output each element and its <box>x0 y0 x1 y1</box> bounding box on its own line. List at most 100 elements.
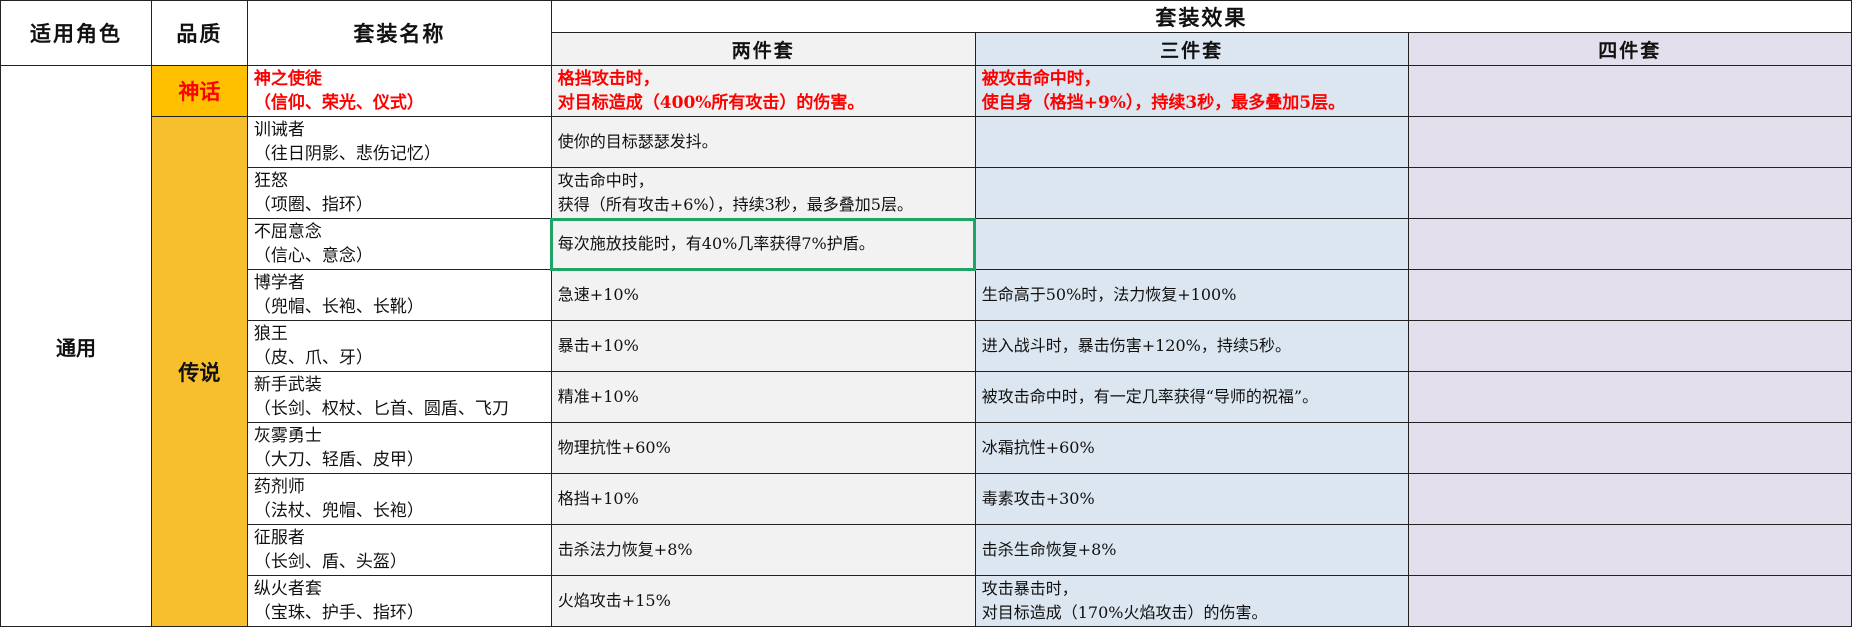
set-name-cell[interactable]: 不屈意念 （信心、意念） <box>246 218 552 270</box>
header-four-piece: 四件套 <box>1407 32 1852 66</box>
two-piece-cell[interactable]: 物理抗性+60% <box>550 422 976 474</box>
two-piece-cell[interactable]: 火焰攻击+15% <box>550 575 976 627</box>
table-row: 狂怒 （项圈、指环） 攻击命中时， 获得（所有攻击+6%），持续3秒，最多叠加5… <box>1 167 1852 219</box>
three-piece-cell[interactable]: 进入战斗时，暴击伤害+120%，持续5秒。 <box>974 320 1409 372</box>
set-name: 狂怒 <box>253 171 288 191</box>
set-name: 药剂师 <box>253 477 305 497</box>
effect-line: 击杀法力恢复+8% <box>557 540 693 559</box>
set-name: 博学者 <box>253 273 305 293</box>
effect-line: 急速+10% <box>557 285 639 304</box>
set-name-cell[interactable]: 神之使徒 （信仰、荣光、仪式） <box>246 65 552 117</box>
three-piece-cell[interactable]: 冰霜抗性+60% <box>974 422 1409 474</box>
effect-line: 毒素攻击+30% <box>981 489 1095 508</box>
set-name: 狼王 <box>253 324 288 344</box>
set-parts: （大刀、轻盾、皮甲） <box>253 450 424 470</box>
effect-line: 精准+10% <box>557 387 639 406</box>
two-piece-cell[interactable]: 格挡+10% <box>550 473 976 525</box>
effect-line: 格挡攻击时， <box>557 69 660 89</box>
table-row: 纵火者套 （宝珠、护手、指环） 火焰攻击+15% 攻击暴击时， 对目标造成（17… <box>1 575 1852 627</box>
set-parts: （项圈、指环） <box>253 195 373 215</box>
effect-line: 进入战斗时，暴击伤害+120%，持续5秒。 <box>981 336 1292 355</box>
set-parts: （兜帽、长袍、长靴） <box>253 297 424 317</box>
set-name-cell[interactable]: 狂怒 （项圈、指环） <box>246 167 552 219</box>
quality-myth-cell[interactable]: 神话 <box>150 65 248 117</box>
effect-line: 被攻击命中时， <box>981 69 1101 89</box>
four-piece-cell[interactable] <box>1407 269 1852 321</box>
set-parts: （信心、意念） <box>253 246 373 266</box>
effect-line: 火焰攻击+15% <box>557 591 671 610</box>
set-parts: （信仰、荣光、仪式） <box>253 93 424 113</box>
table-row: 灰雾勇士 （大刀、轻盾、皮甲） 物理抗性+60% 冰霜抗性+60% <box>1 422 1852 474</box>
effect-line: 击杀生命恢复+8% <box>981 540 1117 559</box>
set-table: 适用角色 品质 套装名称 套装效果 两件套 三件套 四件套 通用 神话 神之使徒… <box>0 0 1852 627</box>
effect-line: 被攻击命中时，有一定几率获得“导师的祝福”。 <box>981 387 1319 406</box>
set-name: 神之使徒 <box>253 69 322 89</box>
set-parts: （宝珠、护手、指环） <box>253 603 424 623</box>
effect-line: 冰霜抗性+60% <box>981 438 1095 457</box>
effect-line: 生命高于50%时，法力恢复+100% <box>981 285 1237 304</box>
set-name-cell[interactable]: 狼王 （皮、爪、牙） <box>246 320 552 372</box>
four-piece-cell[interactable] <box>1407 524 1852 576</box>
set-name-cell[interactable]: 药剂师 （法杖、兜帽、长袍） <box>246 473 552 525</box>
set-name-cell[interactable]: 灰雾勇士 （大刀、轻盾、皮甲） <box>246 422 552 474</box>
table-row: 传说 训诫者 （往日阴影、悲伤记忆） 使你的目标瑟瑟发抖。 <box>1 116 1852 627</box>
set-name-cell[interactable]: 纵火者套 （宝珠、护手、指环） <box>246 575 552 627</box>
four-piece-cell[interactable] <box>1407 116 1852 168</box>
three-piece-cell[interactable]: 被攻击命中时， 使自身（格挡+9%），持续3秒，最多叠加5层。 <box>974 65 1409 117</box>
four-piece-cell[interactable] <box>1407 422 1852 474</box>
set-parts: （长剑、权杖、匕首、圆盾、飞刀 <box>253 399 509 419</box>
effect-line: 使你的目标瑟瑟发抖。 <box>557 132 718 151</box>
two-piece-cell[interactable]: 击杀法力恢复+8% <box>550 524 976 576</box>
set-parts: （往日阴影、悲伤记忆） <box>253 144 441 164</box>
effect-line: 使自身（格挡+9%），持续3秒，最多叠加5层。 <box>981 93 1346 113</box>
table-row: 征服者 （长剑、盾、头盔） 击杀法力恢复+8% 击杀生命恢复+8% <box>1 524 1852 576</box>
effect-line: 对目标造成（400%所有攻击）的伤害。 <box>557 93 865 113</box>
three-piece-cell[interactable]: 攻击暴击时， 对目标造成（170%火焰攻击）的伤害。 <box>974 575 1409 627</box>
three-piece-cell[interactable] <box>974 167 1409 219</box>
four-piece-cell[interactable] <box>1407 218 1852 270</box>
three-piece-cell[interactable] <box>974 218 1409 270</box>
set-name-cell[interactable]: 新手武装 （长剑、权杖、匕首、圆盾、飞刀 <box>246 371 552 423</box>
four-piece-cell[interactable] <box>1407 65 1852 117</box>
three-piece-cell[interactable]: 生命高于50%时，法力恢复+100% <box>974 269 1409 321</box>
four-piece-cell[interactable] <box>1407 575 1852 627</box>
three-piece-cell[interactable] <box>974 116 1409 168</box>
header-role: 适用角色 <box>0 0 152 66</box>
set-name-cell[interactable]: 训诫者 （往日阴影、悲伤记忆） <box>246 116 552 168</box>
effect-line: 每次施放技能时，有40%几率获得7%护盾。 <box>557 234 875 253</box>
effect-line: 暴击+10% <box>557 336 639 355</box>
two-piece-cell[interactable]: 暴击+10% <box>550 320 976 372</box>
three-piece-cell[interactable]: 被攻击命中时，有一定几率获得“导师的祝福”。 <box>974 371 1409 423</box>
quality-legend-cell[interactable]: 传说 <box>150 116 248 627</box>
three-piece-cell[interactable]: 毒素攻击+30% <box>974 473 1409 525</box>
header-quality: 品质 <box>150 0 248 66</box>
role-cell[interactable]: 通用 <box>0 65 152 627</box>
table-row: 博学者 （兜帽、长袍、长靴） 急速+10% 生命高于50%时，法力恢复+100% <box>1 269 1852 321</box>
set-parts: （皮、爪、牙） <box>253 348 373 368</box>
set-name-cell[interactable]: 征服者 （长剑、盾、头盔） <box>246 524 552 576</box>
set-name: 训诫者 <box>253 120 305 140</box>
four-piece-cell[interactable] <box>1407 371 1852 423</box>
four-piece-cell[interactable] <box>1407 473 1852 525</box>
header-set-effect: 套装效果 <box>550 0 1852 33</box>
two-piece-cell[interactable]: 急速+10% <box>550 269 976 321</box>
set-name-cell[interactable]: 博学者 （兜帽、长袍、长靴） <box>246 269 552 321</box>
three-piece-cell[interactable]: 击杀生命恢复+8% <box>974 524 1409 576</box>
table-row: 狼王 （皮、爪、牙） 暴击+10% 进入战斗时，暴击伤害+120%，持续5秒。 <box>1 320 1852 372</box>
four-piece-cell[interactable] <box>1407 320 1852 372</box>
two-piece-cell[interactable]: 精准+10% <box>550 371 976 423</box>
two-piece-cell[interactable]: 攻击命中时， 获得（所有攻击+6%），持续3秒，最多叠加5层。 <box>550 167 976 219</box>
two-piece-cell[interactable]: 使你的目标瑟瑟发抖。 <box>550 116 976 168</box>
effect-line: 攻击命中时， <box>557 171 654 190</box>
effect-line: 获得（所有攻击+6%），持续3秒，最多叠加5层。 <box>557 195 913 214</box>
effect-line: 对目标造成（170%火焰攻击）的伤害。 <box>981 603 1268 622</box>
four-piece-cell[interactable] <box>1407 167 1852 219</box>
set-name: 新手武装 <box>253 375 322 395</box>
set-name: 不屈意念 <box>253 222 322 242</box>
set-name: 纵火者套 <box>253 579 322 599</box>
two-piece-cell[interactable]: 格挡攻击时， 对目标造成（400%所有攻击）的伤害。 <box>550 65 976 117</box>
effect-line: 攻击暴击时， <box>981 579 1078 598</box>
two-piece-cell-selected[interactable]: 每次施放技能时，有40%几率获得7%护盾。 <box>550 217 977 271</box>
set-name: 征服者 <box>253 528 305 548</box>
effect-line: 物理抗性+60% <box>557 438 671 457</box>
